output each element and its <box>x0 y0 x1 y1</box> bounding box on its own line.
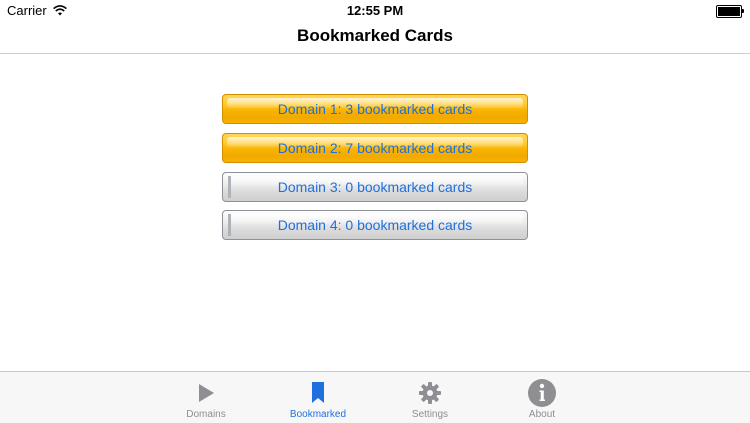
gear-icon <box>419 382 441 404</box>
page-title: Bookmarked Cards <box>297 26 453 45</box>
domain-3-label: Domain 3: 0 bookmarked cards <box>277 179 473 195</box>
tab-bar: Domains Bookmarked Settings About <box>0 371 750 423</box>
navigation-bar: Bookmarked Cards <box>0 22 750 54</box>
domain-2-button[interactable]: Domain 2: 7 bookmarked cards <box>222 133 528 163</box>
tab-settings-label: Settings <box>411 409 449 420</box>
status-bar: Carrier 12:55 PM <box>0 0 750 22</box>
domain-1-label: Domain 1: 3 bookmarked cards <box>277 101 473 117</box>
status-time: 12:55 PM <box>346 3 404 18</box>
content-area: Domain 1: 3 bookmarked cards Domain 2: 7… <box>0 54 750 371</box>
tab-bookmarked-label: Bookmarked <box>289 409 347 420</box>
domain-4-label: Domain 4: 0 bookmarked cards <box>277 217 473 233</box>
battery-fill <box>718 7 740 16</box>
tab-settings[interactable]: Settings <box>374 372 486 423</box>
info-icon <box>528 379 556 407</box>
bookmark-icon <box>312 382 324 403</box>
tab-bookmarked[interactable]: Bookmarked <box>262 372 374 423</box>
tab-about-label: About <box>528 409 556 420</box>
battery-icon <box>716 5 744 18</box>
tab-domains[interactable]: Domains <box>150 372 262 423</box>
domain-4-button[interactable]: Domain 4: 0 bookmarked cards <box>222 210 528 240</box>
play-icon <box>199 384 214 402</box>
tab-domains-label: Domains <box>186 409 226 420</box>
tab-about[interactable]: About <box>486 372 598 423</box>
domain-2-label: Domain 2: 7 bookmarked cards <box>277 140 473 156</box>
domain-3-button[interactable]: Domain 3: 0 bookmarked cards <box>222 172 528 202</box>
domain-1-button[interactable]: Domain 1: 3 bookmarked cards <box>222 94 528 124</box>
